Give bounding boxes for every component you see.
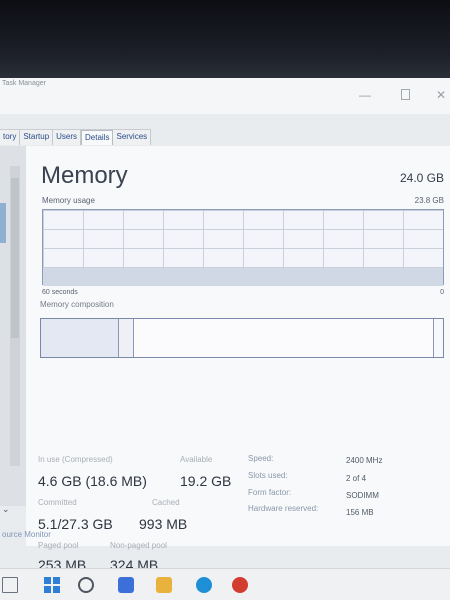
- memory-total: 24.0 GB: [399, 171, 444, 185]
- chrome-icon[interactable]: [232, 577, 248, 593]
- screen-bezel: [0, 0, 450, 78]
- tab-users[interactable]: Users: [53, 130, 82, 145]
- page-title: Memory: [41, 162, 128, 189]
- graph-usage-fill: [43, 268, 443, 286]
- selected-resource-indicator: [0, 203, 6, 243]
- maximize-icon: [400, 89, 410, 100]
- minimize-button[interactable]: —: [358, 88, 372, 102]
- memory-panel: Memory 24.0 GB Memory usage 23.8 GB 60 s…: [26, 146, 450, 568]
- form-factor-label: Form factor:: [248, 488, 292, 497]
- tab-bar: tory Startup Users Details Services: [0, 129, 152, 145]
- edge-icon[interactable]: [196, 577, 212, 593]
- chevron-down-icon[interactable]: ⌄: [2, 504, 10, 515]
- tab-startup[interactable]: Startup: [20, 130, 54, 145]
- windows-start-icon[interactable]: [44, 577, 60, 593]
- app-title: Task Manager: [2, 80, 46, 87]
- available-value: 19.2 GB: [180, 473, 232, 489]
- close-button[interactable]: ✕: [434, 88, 448, 102]
- composition-in-use: [41, 319, 119, 357]
- available-label: Available: [180, 455, 213, 464]
- maximize-button[interactable]: [398, 88, 412, 102]
- in-use-value: 4.6 GB (18.6 MB): [38, 473, 147, 489]
- store-icon[interactable]: [118, 577, 134, 593]
- non-paged-pool-value: 324 MB: [110, 557, 159, 568]
- paged-pool-value: 253 MB: [38, 557, 87, 568]
- memory-usage-label: Memory usage: [42, 196, 95, 205]
- cached-label: Cached: [152, 498, 180, 507]
- tab-details[interactable]: Details: [81, 130, 114, 145]
- memory-composition-label: Memory composition: [40, 300, 114, 309]
- scrollbar-thumb[interactable]: [11, 178, 19, 338]
- tab-services[interactable]: Services: [113, 130, 152, 145]
- task-manager-window: Task Manager — ✕ tory Startup Users Deta…: [0, 78, 450, 568]
- file-explorer-icon[interactable]: [156, 577, 172, 593]
- in-use-label: In use (Compressed): [38, 455, 113, 464]
- memory-composition-bar: [40, 318, 444, 358]
- title-bar: Task Manager — ✕: [0, 78, 450, 114]
- cached-value: 993 MB: [139, 516, 188, 532]
- speed-value: 2400 MHz: [346, 456, 383, 465]
- composition-standby: [134, 319, 434, 357]
- speed-label: Speed:: [248, 454, 274, 463]
- hardware-reserved-label: Hardware reserved:: [248, 504, 319, 513]
- graph-min-label: 0: [440, 289, 444, 296]
- memory-usage-max: 23.8 GB: [414, 196, 444, 205]
- committed-label: Committed: [38, 498, 77, 507]
- task-view-icon[interactable]: [2, 577, 18, 593]
- memory-usage-graph: [42, 209, 444, 286]
- resource-monitor-link[interactable]: ource Monitor: [2, 530, 51, 539]
- hardware-reserved-value: 156 MB: [346, 508, 374, 517]
- taskbar: [0, 568, 450, 600]
- search-icon[interactable]: [78, 577, 94, 593]
- form-factor-value: SODIMM: [346, 491, 379, 500]
- slots-used-label: Slots used:: [248, 471, 288, 480]
- time-axis-label: 60 seconds: [42, 289, 78, 296]
- tab-history[interactable]: tory: [0, 130, 21, 145]
- paged-pool-label: Paged pool: [38, 541, 79, 550]
- non-paged-pool-label: Non-paged pool: [110, 541, 167, 550]
- composition-modified: [119, 319, 134, 357]
- slots-used-value: 2 of 4: [346, 474, 367, 483]
